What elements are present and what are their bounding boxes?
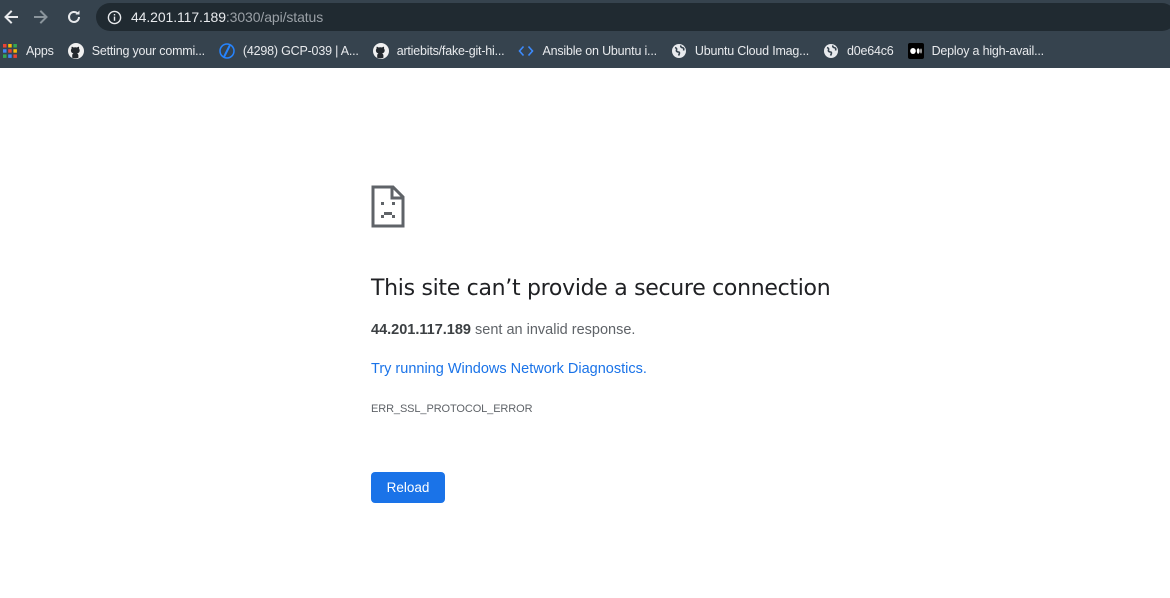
forward-button[interactable]	[28, 4, 54, 30]
blue-slash-icon	[219, 43, 235, 59]
bookmark-gcp-039[interactable]: (4298) GCP-039 | A...	[219, 38, 365, 64]
medium-icon	[907, 43, 924, 59]
bookmark-label: Ubuntu Cloud Imag...	[694, 44, 809, 58]
code-brackets-icon	[518, 43, 535, 59]
bookmark-fake-git-history[interactable]: artiebits/fake-git-hi...	[372, 38, 511, 64]
site-info-icon[interactable]	[106, 9, 122, 25]
error-code: ERR_SSL_PROTOCOL_ERROR	[371, 403, 533, 415]
bookmark-ubuntu-cloud-images[interactable]: Ubuntu Cloud Imag...	[671, 38, 815, 64]
arrow-right-icon	[34, 10, 48, 24]
error-summary: 44.201.117.189 sent an invalid response.	[371, 322, 635, 338]
url-text[interactable]: 44.201.117.189:3030/api/status	[131, 9, 323, 25]
url-path: :3030/api/status	[225, 9, 324, 25]
bookmark-label: (4298) GCP-039 | A...	[242, 44, 359, 58]
error-page: This site can’t provide a secure connect…	[0, 68, 1170, 598]
bookmark-label: Ansible on Ubuntu i...	[542, 44, 657, 58]
github-icon	[67, 43, 84, 59]
bookmark-label: artiebits/fake-git-hi...	[396, 44, 505, 58]
refresh-icon	[68, 10, 80, 23]
arrow-left-icon	[4, 10, 18, 24]
url-host: 44.201.117.189	[131, 9, 226, 25]
bookmark-apps[interactable]: Apps	[2, 38, 60, 64]
error-host: 44.201.117.189	[371, 322, 471, 338]
browser-toolbar: 44.201.117.189:3030/api/status	[0, 0, 1170, 34]
back-button[interactable]	[0, 4, 24, 30]
bookmark-label: d0e64c6	[847, 44, 894, 58]
github-icon	[372, 43, 389, 59]
bookmark-ansible-on-ubuntu[interactable]: Ansible on Ubuntu i...	[518, 38, 662, 64]
error-title: This site can’t provide a secure connect…	[371, 276, 831, 301]
bookmark-setting-your-commit[interactable]: Setting your commi...	[67, 38, 211, 64]
bookmark-d0e64c6[interactable]: d0e64c6	[823, 38, 900, 64]
bookmark-label: Setting your commi...	[91, 44, 205, 58]
globe-icon	[823, 43, 839, 59]
sad-page-icon	[371, 185, 405, 228]
reload-page-button[interactable]	[61, 4, 87, 30]
bookmark-deploy-high-availability[interactable]: Deploy a high-avail...	[907, 38, 1050, 64]
bookmarks-bar: Apps Setting your commi... (4298) GCP-03…	[0, 34, 1170, 68]
bookmark-label: Deploy a high-avail...	[931, 44, 1045, 58]
globe-icon	[671, 43, 687, 59]
address-bar[interactable]: 44.201.117.189:3030/api/status	[96, 3, 1170, 31]
bookmark-label: Apps	[26, 44, 54, 58]
error-summary-text: sent an invalid response.	[471, 322, 636, 338]
apps-grid-icon	[2, 43, 18, 59]
reload-button[interactable]: Reload	[371, 472, 445, 503]
network-diagnostics-link[interactable]: Try running Windows Network Diagnostics.	[371, 361, 647, 377]
